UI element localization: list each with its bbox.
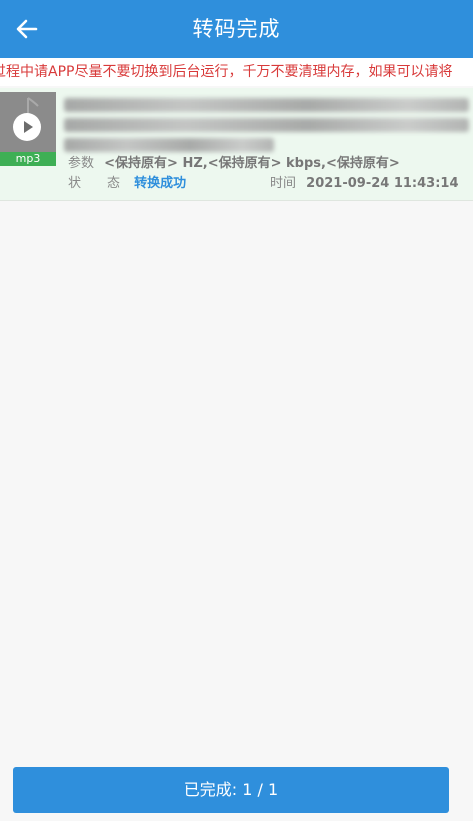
completed-progress-button[interactable]: 已完成: 1 / 1	[13, 767, 449, 813]
file-thumbnail: mp3	[0, 92, 56, 166]
time-value: 2021-09-24 11:43:14	[306, 176, 459, 191]
status-row: 状 态 转换成功	[68, 175, 186, 193]
params-row: 参数 <保持原有> HZ,<保持原有> kbps,<保持原有>	[68, 155, 400, 173]
title-bar: 转码完成	[0, 0, 473, 58]
time-row: 时间 2021-09-24 11:43:14	[270, 175, 459, 193]
warning-notice-text: 过程中请APP尽量不要切换到后台运行，千万不要清理内存，如果可以请将	[0, 64, 453, 80]
warning-notice: 过程中请APP尽量不要切换到后台运行，千万不要清理内存，如果可以请将	[0, 58, 473, 86]
conversion-task-item[interactable]: mp3 参数 <保持原有> HZ,<保持原有> kbps,<保持原有> 状 态 …	[0, 88, 473, 201]
status-value: 转换成功	[134, 176, 187, 191]
page-title: 转码完成	[192, 17, 281, 41]
blurred-filename-line	[64, 138, 274, 152]
play-icon	[24, 121, 33, 133]
play-button[interactable]	[13, 113, 41, 141]
format-tag: mp3	[0, 152, 56, 166]
blurred-filename-line	[64, 98, 469, 112]
status-label: 状 态	[68, 176, 121, 191]
params-value: <保持原有> HZ,<保持原有> kbps,<保持原有>	[104, 156, 400, 171]
params-label: 参数	[68, 156, 95, 171]
audio-file-icon	[0, 92, 56, 152]
time-label: 时间	[270, 176, 297, 191]
blurred-filename-line	[64, 118, 469, 132]
app-root: 转码完成 过程中请APP尽量不要切换到后台运行，千万不要清理内存，如果可以请将 …	[0, 0, 473, 821]
